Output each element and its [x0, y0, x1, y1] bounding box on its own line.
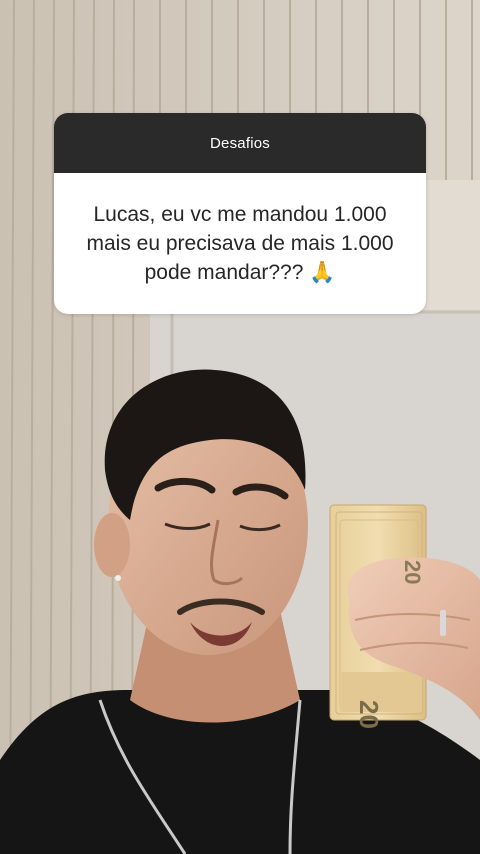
banknote-denomination-bottom: 20 [354, 700, 384, 729]
story-frame: 20 20 Desafios Lucas, eu vc me mandou 1.… [0, 0, 480, 854]
question-sticker-title: Desafios [210, 134, 270, 152]
banknote-denomination-top: 20 [400, 560, 425, 584]
question-sticker-body: Lucas, eu vc me mandou 1.000 mais eu pre… [54, 173, 426, 314]
question-text: Lucas, eu vc me mandou 1.000 mais eu pre… [86, 203, 394, 284]
question-sticker[interactable]: Desafios Lucas, eu vc me mandou 1.000 ma… [54, 113, 426, 314]
question-sticker-header: Desafios [54, 113, 426, 173]
